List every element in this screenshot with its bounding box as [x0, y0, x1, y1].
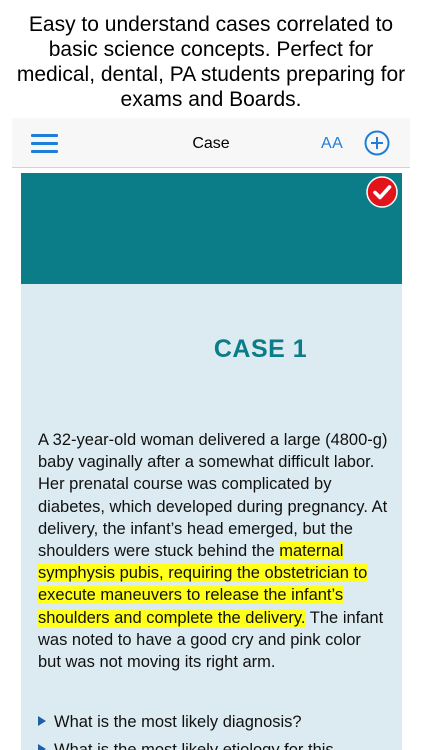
question-text: What is the most likely diagnosis? — [54, 713, 302, 731]
checkmark-icon[interactable] — [366, 176, 398, 208]
question-text: What is the most likely etiology for thi… — [54, 741, 334, 750]
navigation-bar: Case AA — [12, 118, 410, 168]
content-frame: CASE 1 A 32-year-old woman delivered a l… — [12, 168, 410, 750]
case-card: CASE 1 A 32-year-old woman delivered a l… — [21, 173, 402, 750]
page-title: Case — [192, 135, 230, 152]
disclosure-triangle-icon — [38, 743, 46, 750]
font-size-button[interactable]: AA — [321, 135, 343, 153]
case-header-banner — [21, 173, 402, 284]
case-description: A 32-year-old woman delivered a large (4… — [38, 429, 388, 673]
case-text-start: A 32-year-old woman delivered a large (4… — [38, 431, 388, 561]
case-title: CASE 1 — [213, 335, 308, 363]
question-item[interactable]: What is the most likely diagnosis? — [38, 711, 398, 733]
disclosure-triangle-icon — [38, 715, 46, 726]
question-item[interactable]: What is the most likely etiology for thi… — [38, 739, 398, 750]
promo-caption: Easy to understand cases correlated to b… — [0, 0, 422, 118]
plus-circle-icon[interactable] — [364, 130, 390, 156]
